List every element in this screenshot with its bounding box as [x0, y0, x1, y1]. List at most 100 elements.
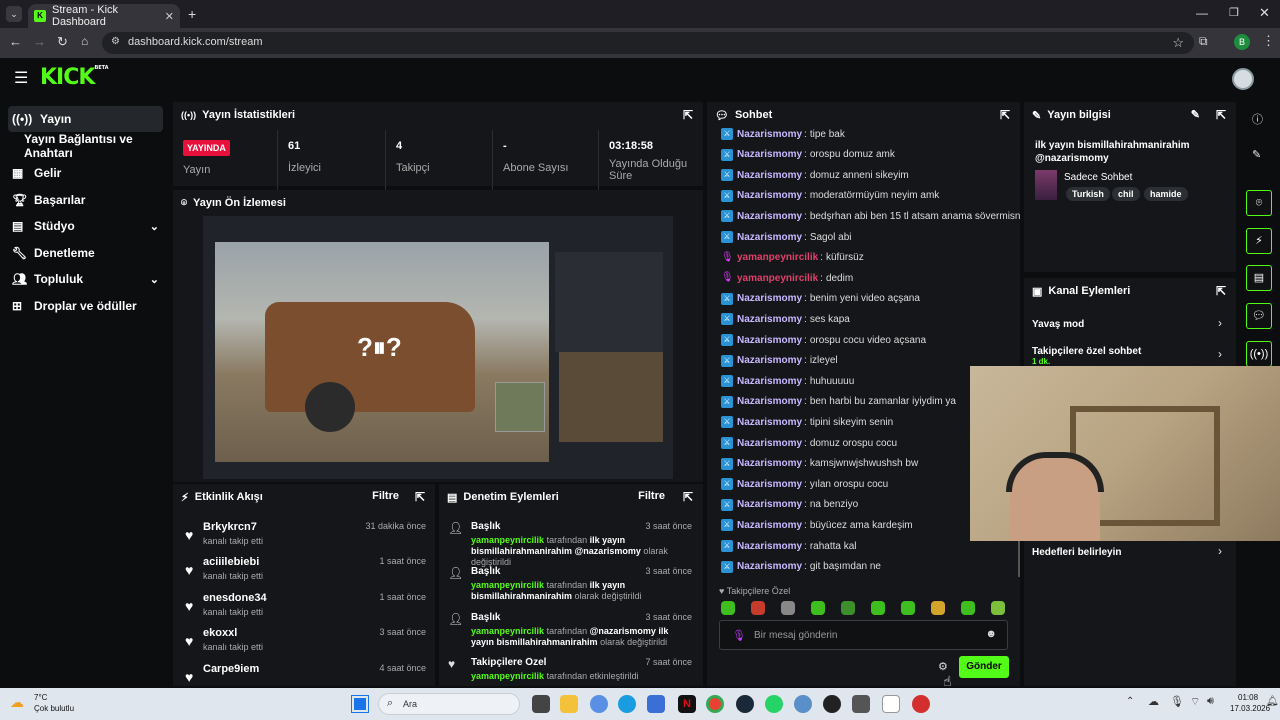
chat-username[interactable]: Nazarismomy: [737, 232, 802, 243]
steam-icon[interactable]: [736, 695, 754, 713]
notification-icon[interactable]: 🔔︎: [1266, 696, 1279, 707]
reload-icon[interactable]: ↻: [57, 34, 68, 50]
webcam-overlay[interactable]: [970, 366, 1280, 541]
start-button[interactable]: [351, 695, 369, 713]
chat-username[interactable]: Nazarismomy: [737, 314, 802, 325]
address-bar[interactable]: ⚙ dashboard.kick.com/stream ☆: [102, 32, 1194, 54]
tab-list-chevron-icon[interactable]: ⌄: [6, 6, 22, 22]
slow-mode-row[interactable]: Yavaş mod ›: [1032, 316, 1228, 334]
stream-video-preview[interactable]: ?⏸?: [203, 216, 673, 479]
sidebar-item-droplar[interactable]: ⊞ Droplar ve ödüller: [8, 293, 163, 319]
home-icon[interactable]: ⌂: [81, 34, 88, 48]
chat-username[interactable]: Nazarismomy: [737, 376, 802, 387]
emote-icon[interactable]: [721, 601, 735, 615]
emote-icon[interactable]: [931, 601, 945, 615]
chat-username[interactable]: Nazarismomy: [737, 520, 802, 531]
popout-icon[interactable]: ⇱: [1216, 108, 1226, 122]
emote-icon[interactable]: [961, 601, 975, 615]
edge-icon[interactable]: [618, 695, 636, 713]
goals-row[interactable]: Hedefleri belirleyin ›: [1032, 544, 1228, 562]
chat-button[interactable]: 💬︎: [1246, 303, 1272, 329]
popout-icon[interactable]: ⇱: [683, 108, 693, 122]
microphone-icon[interactable]: 🎙︎: [732, 629, 746, 642]
notepad-icon[interactable]: [882, 695, 900, 713]
bolt-button[interactable]: ⚡︎: [1246, 228, 1272, 254]
obs-icon[interactable]: [823, 695, 841, 713]
weather-icon[interactable]: ☁: [10, 694, 24, 711]
forward-icon[interactable]: →: [33, 34, 46, 49]
chat-username[interactable]: Nazarismomy: [737, 458, 802, 469]
tag-pill[interactable]: chil: [1112, 187, 1140, 201]
chat-username[interactable]: Nazarismomy: [737, 129, 802, 140]
chat-username[interactable]: Nazarismomy: [737, 335, 802, 346]
clip-button[interactable]: ⌾: [1246, 190, 1272, 216]
netflix-icon[interactable]: N: [678, 695, 696, 713]
emote-icon[interactable]: [751, 601, 765, 615]
emote-icon[interactable]: [841, 601, 855, 615]
hamburger-menu-icon[interactable]: ☰: [14, 68, 28, 88]
play-pause-overlay[interactable]: ?⏸?: [357, 332, 402, 364]
chat-username[interactable]: Nazarismomy: [737, 479, 802, 490]
sidebar-item-gelir[interactable]: ▦ Gelir: [8, 160, 163, 186]
minimize-button[interactable]: —: [1196, 6, 1208, 20]
bookmark-star-icon[interactable]: ☆: [1172, 35, 1184, 51]
microphone-icon[interactable]: 🎙︎: [1170, 695, 1184, 708]
chat-username[interactable]: Nazarismomy: [737, 190, 802, 201]
volume-icon[interactable]: 🔊︎: [1207, 695, 1214, 708]
emote-icon[interactable]: [991, 601, 1005, 615]
cloud-icon[interactable]: ☁: [1148, 695, 1159, 708]
moderation-filter-button[interactable]: Filtre: [638, 490, 665, 502]
task-view-icon[interactable]: [532, 695, 550, 713]
app-red-icon[interactable]: [912, 695, 930, 713]
user-avatar[interactable]: [1232, 68, 1254, 90]
edit-icon[interactable]: ✎: [1191, 108, 1200, 121]
game-icon[interactable]: [852, 695, 870, 713]
sidebar-item-topluluk[interactable]: 👥︎ Topluluk ⌄: [8, 266, 163, 292]
tab-close-icon[interactable]: ✕: [165, 10, 174, 23]
chat-username[interactable]: Nazarismomy: [737, 293, 802, 304]
pencil-icon[interactable]: ✎: [1252, 148, 1261, 161]
chat-username[interactable]: Nazarismomy: [737, 211, 802, 222]
sidebar-item-stream-key[interactable]: Yayın Bağlantısı ve Anahtarı: [8, 132, 173, 160]
wifi-icon[interactable]: ⌔: [1190, 695, 1200, 709]
new-tab-button[interactable]: +: [188, 6, 196, 22]
sidebar-item-basarilar[interactable]: 🏆︎ Başarılar: [8, 187, 163, 213]
tag-pill[interactable]: hamide: [1144, 187, 1188, 201]
chat-username[interactable]: yamanpeynircilik: [737, 252, 818, 263]
file-explorer-icon[interactable]: [560, 695, 578, 713]
chat-username[interactable]: yamanpeynircilik: [737, 273, 818, 284]
chat-username[interactable]: Nazarismomy: [737, 541, 802, 552]
popout-icon[interactable]: ⇱: [1000, 108, 1010, 122]
chat-username[interactable]: Nazarismomy: [737, 396, 802, 407]
chat-username[interactable]: Nazarismomy: [737, 438, 802, 449]
notes-button[interactable]: ▤: [1246, 265, 1272, 291]
browser-tab[interactable]: K Stream - Kick Dashboard ✕: [28, 4, 180, 28]
chat-settings-icon[interactable]: ⚙: [938, 660, 948, 673]
followers-only-row[interactable]: Takipçilere özel sohbet 1 dk. ›: [1032, 343, 1228, 367]
send-button[interactable]: Gönder: [959, 656, 1009, 678]
emote-icon[interactable]: [901, 601, 915, 615]
chat-username[interactable]: Nazarismomy: [737, 355, 802, 366]
chat-input[interactable]: 🎙︎ Bir mesaj gönderin ☻: [719, 620, 1008, 650]
info-icon[interactable]: ⓘ: [1252, 111, 1263, 127]
clock-date[interactable]: 17.03.2026: [1230, 704, 1270, 713]
chat-username[interactable]: Nazarismomy: [737, 170, 802, 181]
clock-time[interactable]: 01:08: [1238, 693, 1258, 702]
popout-icon[interactable]: ⇱: [683, 490, 693, 504]
sidebar-item-studyo[interactable]: ▤ Stüdyo ⌄: [8, 213, 163, 239]
chat-username[interactable]: Nazarismomy: [737, 561, 802, 572]
broadcast-button[interactable]: ((•)): [1246, 341, 1272, 367]
activity-filter-button[interactable]: Filtre: [372, 490, 399, 502]
chrome-icon[interactable]: [706, 695, 724, 713]
emote-icon[interactable]: [871, 601, 885, 615]
tag-pill[interactable]: Turkish: [1066, 187, 1110, 201]
app-icon[interactable]: [794, 695, 812, 713]
chat-username[interactable]: Nazarismomy: [737, 499, 802, 510]
emote-icon[interactable]: [811, 601, 825, 615]
emote-icon[interactable]: [781, 601, 795, 615]
whatsapp-icon[interactable]: [765, 695, 783, 713]
close-window-button[interactable]: ✕: [1259, 5, 1270, 21]
emoji-icon[interactable]: ☻: [985, 628, 997, 640]
tray-chevron-icon[interactable]: ⌃: [1126, 696, 1134, 707]
site-info-icon[interactable]: ⚙: [111, 36, 120, 47]
